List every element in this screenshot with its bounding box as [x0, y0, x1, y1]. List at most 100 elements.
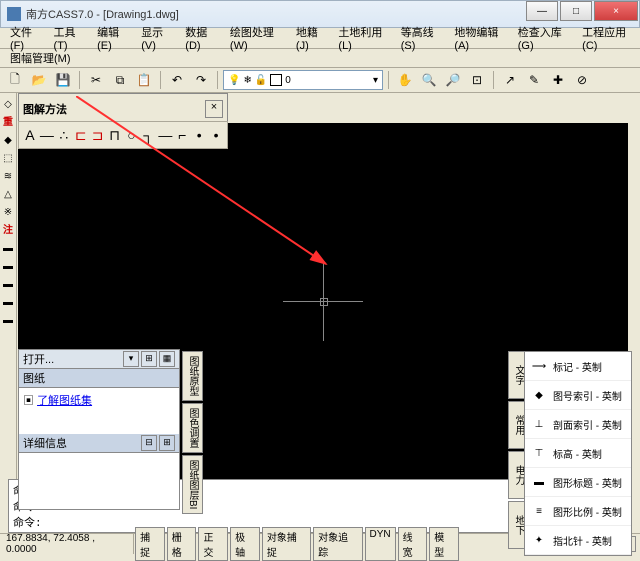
paste-icon[interactable]: 📋	[133, 69, 155, 91]
polar-toggle[interactable]: 极轴	[230, 527, 260, 561]
ltool-8[interactable]: ▬	[1, 241, 15, 257]
menu-land[interactable]: 土地利用(L)	[332, 22, 394, 54]
pan-icon[interactable]: ✋	[394, 69, 416, 91]
bulb-icon: 💡	[228, 75, 240, 86]
vtab-0[interactable]: 图纸原型	[182, 351, 203, 401]
palette-title: 图解方法	[23, 101, 205, 117]
ltool-9[interactable]: ▬	[1, 259, 15, 275]
menu-cadastre[interactable]: 地籍(J)	[290, 22, 332, 54]
tool-c-icon[interactable]: ✚	[547, 69, 569, 91]
save-icon[interactable]: 💾	[52, 69, 74, 91]
dtool-2[interactable]: ∴	[57, 127, 71, 143]
section-drawings: 图纸	[23, 370, 175, 386]
left-toolbar: ◇ 重 ◆ ⬚ ≋ △ ※ 注 ▬ ▬ ▬ ▬ ▬	[0, 93, 17, 479]
palette-item[interactable]: ✦指北针 - 英制	[525, 526, 631, 555]
menu-contour[interactable]: 等高线(S)	[395, 22, 449, 54]
maximize-button[interactable]: □	[560, 1, 592, 21]
ltool-3[interactable]: ⬚	[1, 151, 15, 167]
tool-a-icon[interactable]: ↗	[499, 69, 521, 91]
ltool-5[interactable]: △	[1, 187, 15, 203]
dtool-0[interactable]: A	[23, 127, 37, 143]
palette-item[interactable]: ⟶标记 - 英制	[525, 352, 631, 381]
layer-name: 0	[285, 75, 291, 86]
dyn-toggle[interactable]: DYN	[365, 527, 396, 561]
minimize-button[interactable]: —	[526, 1, 558, 21]
section-icon: ⊥	[529, 415, 549, 433]
redo-icon[interactable]: ↷	[190, 69, 212, 91]
osnap-toggle[interactable]: 对象捕捉	[262, 527, 311, 561]
detail-btn-2[interactable]: ⊞	[159, 435, 175, 451]
layer-selector[interactable]: 💡 ❄ 🔓 0 ▾	[223, 70, 383, 90]
zoom-out-icon[interactable]: 🔎	[442, 69, 464, 91]
dtool-6[interactable]: ○	[125, 127, 139, 143]
ortho-toggle[interactable]: 正交	[198, 527, 228, 561]
palette-item[interactable]: ⊥剖面索引 - 英制	[525, 410, 631, 439]
cut-icon[interactable]: ✂	[85, 69, 107, 91]
panel-btn-3[interactable]: ▦	[159, 351, 175, 367]
menu-draw[interactable]: 绘图处理(W)	[224, 22, 290, 54]
dtool-7[interactable]: ┐	[141, 127, 155, 143]
palette-item[interactable]: ▬图形标题 - 英制	[525, 468, 631, 497]
lwt-toggle[interactable]: 线宽	[398, 527, 428, 561]
ltool-11[interactable]: ▬	[1, 295, 15, 311]
ltool-7[interactable]: 注	[1, 223, 15, 239]
dtool-11[interactable]: •	[209, 127, 223, 143]
panel-btn-1[interactable]: ▾	[123, 351, 139, 367]
dtool-3[interactable]: ⊏	[74, 127, 88, 143]
panel-side-tabs: 图纸原型 图色调置 图纸图层BI	[182, 351, 200, 516]
copy-icon[interactable]: ⧉	[109, 69, 131, 91]
palette-close-icon[interactable]: ×	[205, 100, 223, 118]
scale-icon: ≡	[529, 502, 549, 520]
ltool-10[interactable]: ▬	[1, 277, 15, 293]
ltool-2[interactable]: ◆	[1, 133, 15, 149]
menu-eng[interactable]: 工程应用(C)	[576, 22, 640, 54]
ltool-1[interactable]: 重	[1, 115, 15, 131]
tool-d-icon[interactable]: ⊘	[571, 69, 593, 91]
detail-btn-1[interactable]: ⊟	[141, 435, 157, 451]
ltool-12[interactable]: ▬	[1, 313, 15, 329]
vtab-1[interactable]: 图色调置	[182, 403, 203, 453]
menu-edit[interactable]: 编辑(E)	[91, 22, 135, 54]
palette-item[interactable]: ⊤标高 - 英制	[525, 439, 631, 468]
undo-icon[interactable]: ↶	[166, 69, 188, 91]
menu-view[interactable]: 显示(V)	[135, 22, 179, 54]
ltool-0[interactable]: ◇	[1, 97, 15, 113]
color-swatch	[270, 74, 282, 86]
ltool-4[interactable]: ≋	[1, 169, 15, 185]
close-button[interactable]: ×	[594, 1, 638, 21]
panel-btn-2[interactable]: ⊞	[141, 351, 157, 367]
lock-icon: 🔓	[255, 75, 267, 86]
ltool-6[interactable]: ※	[1, 205, 15, 221]
dtool-4[interactable]: ⊐	[91, 127, 105, 143]
vtab-2[interactable]: 图纸图层BI	[182, 455, 203, 514]
dtool-8[interactable]: —	[158, 127, 172, 143]
learn-sheetset-link[interactable]: 了解图纸集	[37, 395, 92, 407]
model-toggle[interactable]: 模型	[429, 527, 459, 561]
window-title: 南方CASS7.0 - [Drawing1.dwg]	[26, 6, 525, 22]
snap-toggle[interactable]: 捕捉	[135, 527, 165, 561]
coordinates: 167.8834, 72.4058 , 0.0000	[0, 534, 134, 554]
dtool-10[interactable]: •	[192, 127, 206, 143]
title-icon: ▬	[529, 473, 549, 491]
open-icon[interactable]: 📂	[28, 69, 50, 91]
elev-icon: ⊤	[529, 444, 549, 462]
menu-object-edit[interactable]: 地物编辑(A)	[448, 22, 511, 54]
menu-check[interactable]: 检查入库(G)	[512, 22, 576, 54]
menu-sheet[interactable]: 图幅管理(M)	[4, 50, 77, 66]
open-header[interactable]: 打开...	[23, 351, 121, 367]
new-icon[interactable]: 🗋	[4, 69, 26, 91]
palette-item[interactable]: ◆图号索引 - 英制	[525, 381, 631, 410]
menu-data[interactable]: 数据(D)	[179, 22, 224, 54]
dtool-5[interactable]: ⊓	[108, 127, 122, 143]
zoom-in-icon[interactable]: 🔍	[418, 69, 440, 91]
dtool-9[interactable]: ⌐	[175, 127, 189, 143]
zoom-ext-icon[interactable]: ⊡	[466, 69, 488, 91]
app-icon	[7, 7, 21, 21]
workarea: ◇ 重 ◆ ⬚ ≋ △ ※ 注 ▬ ▬ ▬ ▬ ▬ 图解方法 × A — ∴ ⊏…	[0, 93, 640, 479]
dtool-1[interactable]: —	[40, 127, 54, 143]
tool-b-icon[interactable]: ✎	[523, 69, 545, 91]
otrack-toggle[interactable]: 对象追踪	[313, 527, 362, 561]
palette-item[interactable]: ≡图形比例 - 英制	[525, 497, 631, 526]
grid-toggle[interactable]: 栅格	[167, 527, 197, 561]
bullet-icon: ▣	[23, 395, 37, 407]
